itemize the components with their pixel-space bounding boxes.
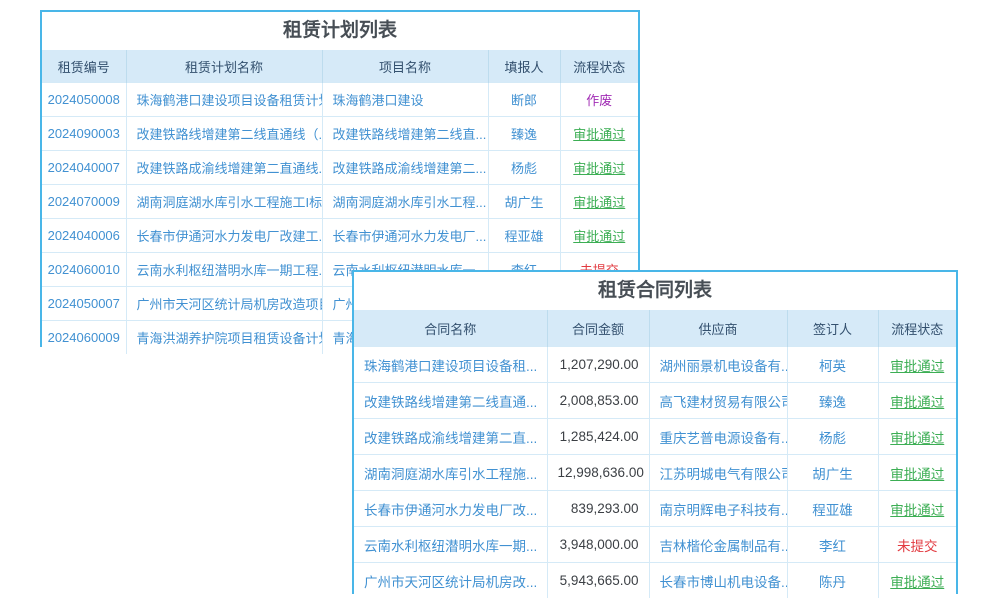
contract-amount-cell: 12,998,636.00 [547,455,649,491]
supplier-cell: 高飞建材贸易有限公司 [649,383,787,419]
status-cell[interactable]: 未提交 [878,527,956,563]
contract-name-cell: 云南水利枢纽潜明水库一期... [354,527,547,563]
status-cell[interactable]: 审批通过 [560,185,638,219]
status-cell[interactable]: 审批通过 [878,383,956,419]
supplier-cell: 江苏明城电气有限公司 [649,455,787,491]
plan-name-cell: 云南水利枢纽潜明水库一期工程... [126,253,322,287]
col-header-status: 流程状态 [560,50,638,83]
plan-name-cell: 改建铁路成渝线增建第二直通线... [126,151,322,185]
status-cell[interactable]: 审批通过 [878,491,956,527]
plan-name-cell: 广州市天河区统计局机房改造项目 [126,287,322,321]
status-cell[interactable]: 审批通过 [560,117,638,151]
supplier-cell: 重庆艺普电源设备有... [649,419,787,455]
supplier-cell: 长春市博山机电设备... [649,563,787,599]
contract-name-cell: 改建铁路线增建第二线直通... [354,383,547,419]
table-row[interactable]: 长春市伊通河水力发电厂改... 839,293.00 南京明辉电子科技有... … [354,491,956,527]
signer-cell: 臻逸 [787,383,878,419]
status-cell[interactable]: 审批通过 [878,455,956,491]
col-header-lease-id: 租赁编号 [42,50,126,83]
table-row[interactable]: 2024040007 改建铁路成渝线增建第二直通线... 改建铁路成渝线增建第二… [42,151,638,185]
contract-amount-cell: 3,948,000.00 [547,527,649,563]
col-header-reporter: 填报人 [488,50,560,83]
col-header-contract-amount: 合同金额 [547,310,649,347]
plan-name-cell: 长春市伊通河水力发电厂改建工... [126,219,322,253]
col-header-project-name: 项目名称 [322,50,488,83]
supplier-cell: 南京明辉电子科技有... [649,491,787,527]
contract-name-cell: 湖南洞庭湖水库引水工程施... [354,455,547,491]
lease-contract-title: 租赁合同列表 [354,272,956,310]
plan-name-cell: 湖南洞庭湖水库引水工程施工I标... [126,185,322,219]
table-row[interactable]: 2024040006 长春市伊通河水力发电厂改建工... 长春市伊通河水力发电厂… [42,219,638,253]
lease-id-cell: 2024060009 [42,321,126,355]
contract-amount-cell: 5,943,665.00 [547,563,649,599]
signer-cell: 程亚雄 [787,491,878,527]
lease-id-cell: 2024050007 [42,287,126,321]
contract-name-cell: 珠海鹤港口建设项目设备租... [354,347,547,383]
table-row[interactable]: 2024070009 湖南洞庭湖水库引水工程施工I标... 湖南洞庭湖水库引水工… [42,185,638,219]
table-row[interactable]: 2024050008 珠海鹤港口建设项目设备租赁计划 珠海鹤港口建设 断郎 作废 [42,83,638,117]
contract-amount-cell: 1,207,290.00 [547,347,649,383]
col-header-signer: 签订人 [787,310,878,347]
lease-id-cell: 2024050008 [42,83,126,117]
supplier-cell: 湖州丽景机电设备有... [649,347,787,383]
lease-id-cell: 2024070009 [42,185,126,219]
col-header-status: 流程状态 [878,310,956,347]
signer-cell: 杨彪 [787,419,878,455]
table-row[interactable]: 改建铁路成渝线增建第二直... 1,285,424.00 重庆艺普电源设备有..… [354,419,956,455]
signer-cell: 胡广生 [787,455,878,491]
col-header-supplier: 供应商 [649,310,787,347]
col-header-contract-name: 合同名称 [354,310,547,347]
plan-name-cell: 珠海鹤港口建设项目设备租赁计划 [126,83,322,117]
status-cell[interactable]: 审批通过 [878,347,956,383]
table-row[interactable]: 云南水利枢纽潜明水库一期... 3,948,000.00 吉林楷伦金属制品有..… [354,527,956,563]
status-cell[interactable]: 作废 [560,83,638,117]
table-row[interactable]: 湖南洞庭湖水库引水工程施... 12,998,636.00 江苏明城电气有限公司… [354,455,956,491]
lease-contract-table: 合同名称 合同金额 供应商 签订人 流程状态 珠海鹤港口建设项目设备租... 1… [354,310,956,598]
plan-name-cell: 改建铁路线增建第二线直通线（... [126,117,322,151]
lease-contract-card: 租赁合同列表 合同名称 合同金额 供应商 签订人 流程状态 珠海鹤港口建设项目设… [352,270,958,594]
plan-name-cell: 青海洪湖养护院项目租赁设备计划 [126,321,322,355]
lease-id-cell: 2024090003 [42,117,126,151]
project-name-cell: 湖南洞庭湖水库引水工程... [322,185,488,219]
lease-id-cell: 2024060010 [42,253,126,287]
lease-contract-header-row: 合同名称 合同金额 供应商 签订人 流程状态 [354,310,956,347]
contract-amount-cell: 839,293.00 [547,491,649,527]
table-row[interactable]: 广州市天河区统计局机房改... 5,943,665.00 长春市博山机电设备..… [354,563,956,599]
project-name-cell: 改建铁路线增建第二线直... [322,117,488,151]
contract-amount-cell: 1,285,424.00 [547,419,649,455]
table-row[interactable]: 珠海鹤港口建设项目设备租... 1,207,290.00 湖州丽景机电设备有..… [354,347,956,383]
table-row[interactable]: 2024090003 改建铁路线增建第二线直通线（... 改建铁路线增建第二线直… [42,117,638,151]
status-cell[interactable]: 审批通过 [560,151,638,185]
project-name-cell: 长春市伊通河水力发电厂... [322,219,488,253]
lease-plan-title: 租赁计划列表 [42,12,638,50]
status-cell[interactable]: 审批通过 [560,219,638,253]
reporter-cell: 杨彪 [488,151,560,185]
reporter-cell: 断郎 [488,83,560,117]
reporter-cell: 胡广生 [488,185,560,219]
contract-name-cell: 广州市天河区统计局机房改... [354,563,547,599]
lease-id-cell: 2024040006 [42,219,126,253]
contract-name-cell: 长春市伊通河水力发电厂改... [354,491,547,527]
status-cell[interactable]: 审批通过 [878,563,956,599]
contract-amount-cell: 2,008,853.00 [547,383,649,419]
project-name-cell: 改建铁路成渝线增建第二... [322,151,488,185]
status-cell[interactable]: 审批通过 [878,419,956,455]
contract-name-cell: 改建铁路成渝线增建第二直... [354,419,547,455]
lease-id-cell: 2024040007 [42,151,126,185]
reporter-cell: 程亚雄 [488,219,560,253]
reporter-cell: 臻逸 [488,117,560,151]
signer-cell: 柯英 [787,347,878,383]
supplier-cell: 吉林楷伦金属制品有... [649,527,787,563]
signer-cell: 陈丹 [787,563,878,599]
lease-plan-header-row: 租赁编号 租赁计划名称 项目名称 填报人 流程状态 [42,50,638,83]
project-name-cell: 珠海鹤港口建设 [322,83,488,117]
table-row[interactable]: 改建铁路线增建第二线直通... 2,008,853.00 高飞建材贸易有限公司 … [354,383,956,419]
signer-cell: 李红 [787,527,878,563]
col-header-plan-name: 租赁计划名称 [126,50,322,83]
